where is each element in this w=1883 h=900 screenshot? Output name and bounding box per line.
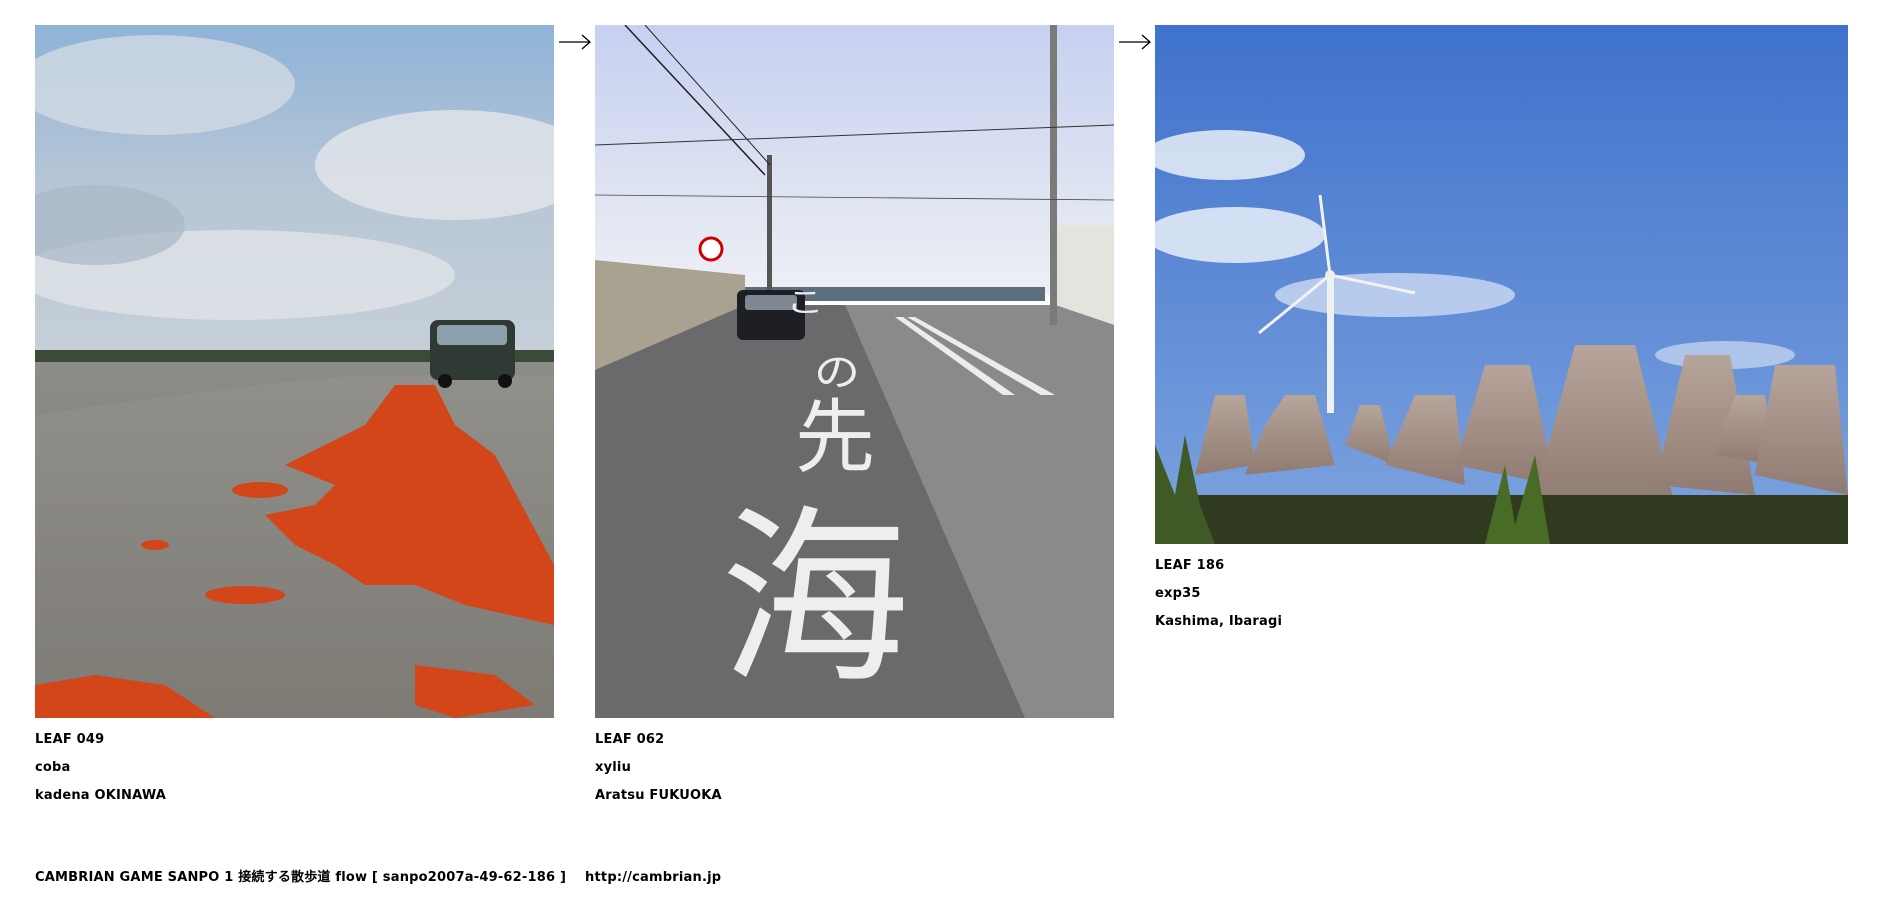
- leaf-049: LEAF 049 coba kadena OKINAWA: [35, 25, 554, 810]
- road-text-ko: こ: [786, 286, 824, 319]
- leaf-062: こ の 先 海 LEAF 062 xyliu Aratsu FUKUOKA: [595, 25, 1114, 810]
- leaf-186-caption: LEAF 186 exp35 Kashima, Ibaragi: [1155, 552, 1848, 636]
- road-text-saki: 先: [795, 391, 875, 484]
- leaf-049-author: coba: [35, 760, 71, 775]
- leaf-049-location: kadena OKINAWA: [35, 788, 167, 803]
- leaf-062-author: xyliu: [595, 760, 632, 775]
- leaf-186: LEAF 186 exp35 Kashima, Ibaragi: [1155, 25, 1848, 636]
- leaf-062-id: LEAF 062: [595, 732, 665, 747]
- road-text-umi: 海: [720, 489, 910, 710]
- leaf-186-location: Kashima, Ibaragi: [1155, 614, 1283, 629]
- leaf-062-caption: LEAF 062 xyliu Aratsu FUKUOKA: [595, 726, 1114, 810]
- road-text-no: の: [814, 351, 860, 397]
- arrow-right-icon: [559, 34, 591, 50]
- leaf-049-id: LEAF 049: [35, 732, 105, 747]
- leaf-049-caption: LEAF 049 coba kadena OKINAWA: [35, 726, 554, 810]
- footer-url[interactable]: http://cambrian.jp: [585, 870, 721, 885]
- footer-text: CAMBRIAN GAME SANPO 1 接続する散歩道 flow [ san…: [35, 870, 567, 885]
- leaf-186-photo[interactable]: [1155, 25, 1848, 544]
- leaf-049-photo[interactable]: [35, 25, 554, 718]
- arrow-right-icon: [1119, 34, 1151, 50]
- footer: CAMBRIAN GAME SANPO 1 接続する散歩道 flow [ san…: [35, 866, 721, 885]
- leaf-186-author: exp35: [1155, 586, 1201, 601]
- leaf-062-location: Aratsu FUKUOKA: [595, 788, 722, 803]
- leaf-186-id: LEAF 186: [1155, 558, 1225, 573]
- leaf-062-photo[interactable]: こ の 先 海: [595, 25, 1114, 718]
